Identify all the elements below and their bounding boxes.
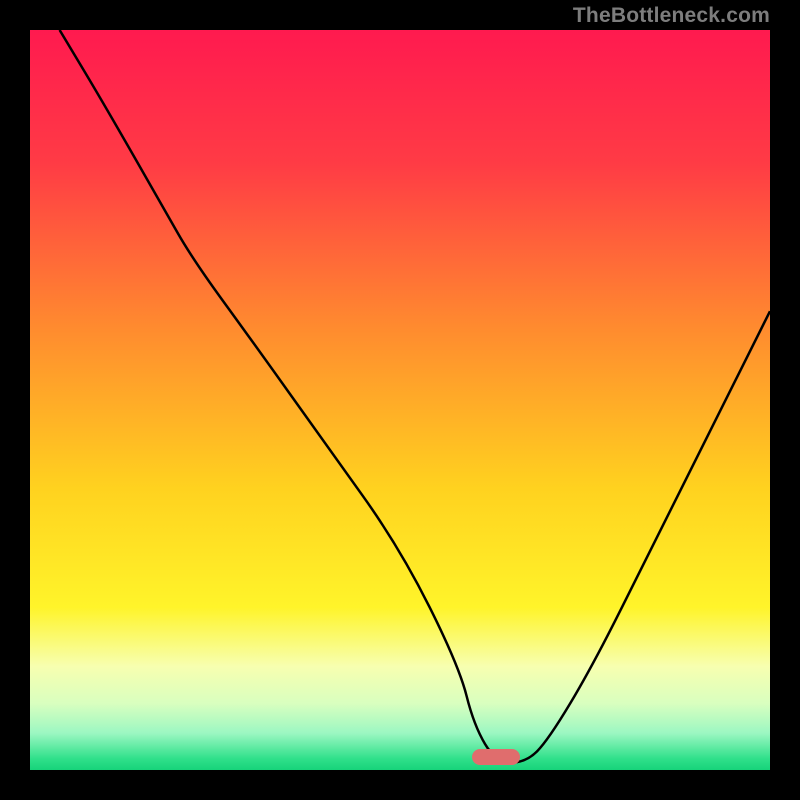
outer-frame: TheBottleneck.com [0, 0, 800, 800]
plot-area [30, 30, 770, 770]
watermark-text: TheBottleneck.com [573, 4, 770, 28]
optimum-marker [472, 749, 520, 765]
bottleneck-curve [30, 30, 770, 770]
bottleneck-curve-path [60, 30, 770, 763]
